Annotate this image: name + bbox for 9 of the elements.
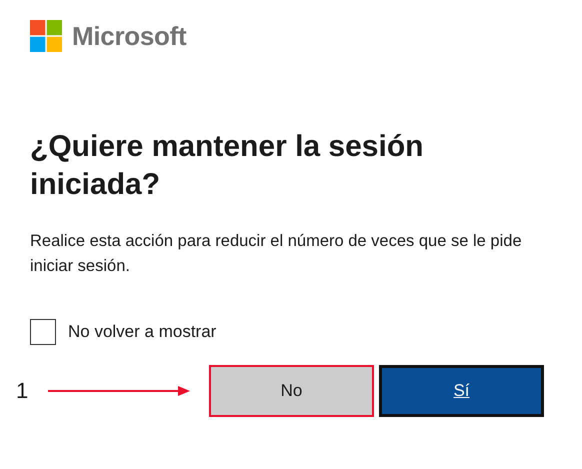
confirm-button[interactable]: Sí [379, 365, 544, 417]
logo-icon [30, 20, 62, 52]
logo-text: Microsoft [72, 20, 186, 52]
decline-button[interactable]: No [209, 365, 374, 417]
checkbox-label: No volver a mostrar [68, 322, 216, 342]
annotation-number: 1 [16, 378, 30, 404]
heading: ¿Quiere mantener la sesión iniciada? [30, 129, 424, 203]
description: Realice esta acción para reducir el número de veces que se le pide iniciar sesión. [30, 231, 523, 277]
checkbox[interactable] [30, 319, 56, 345]
